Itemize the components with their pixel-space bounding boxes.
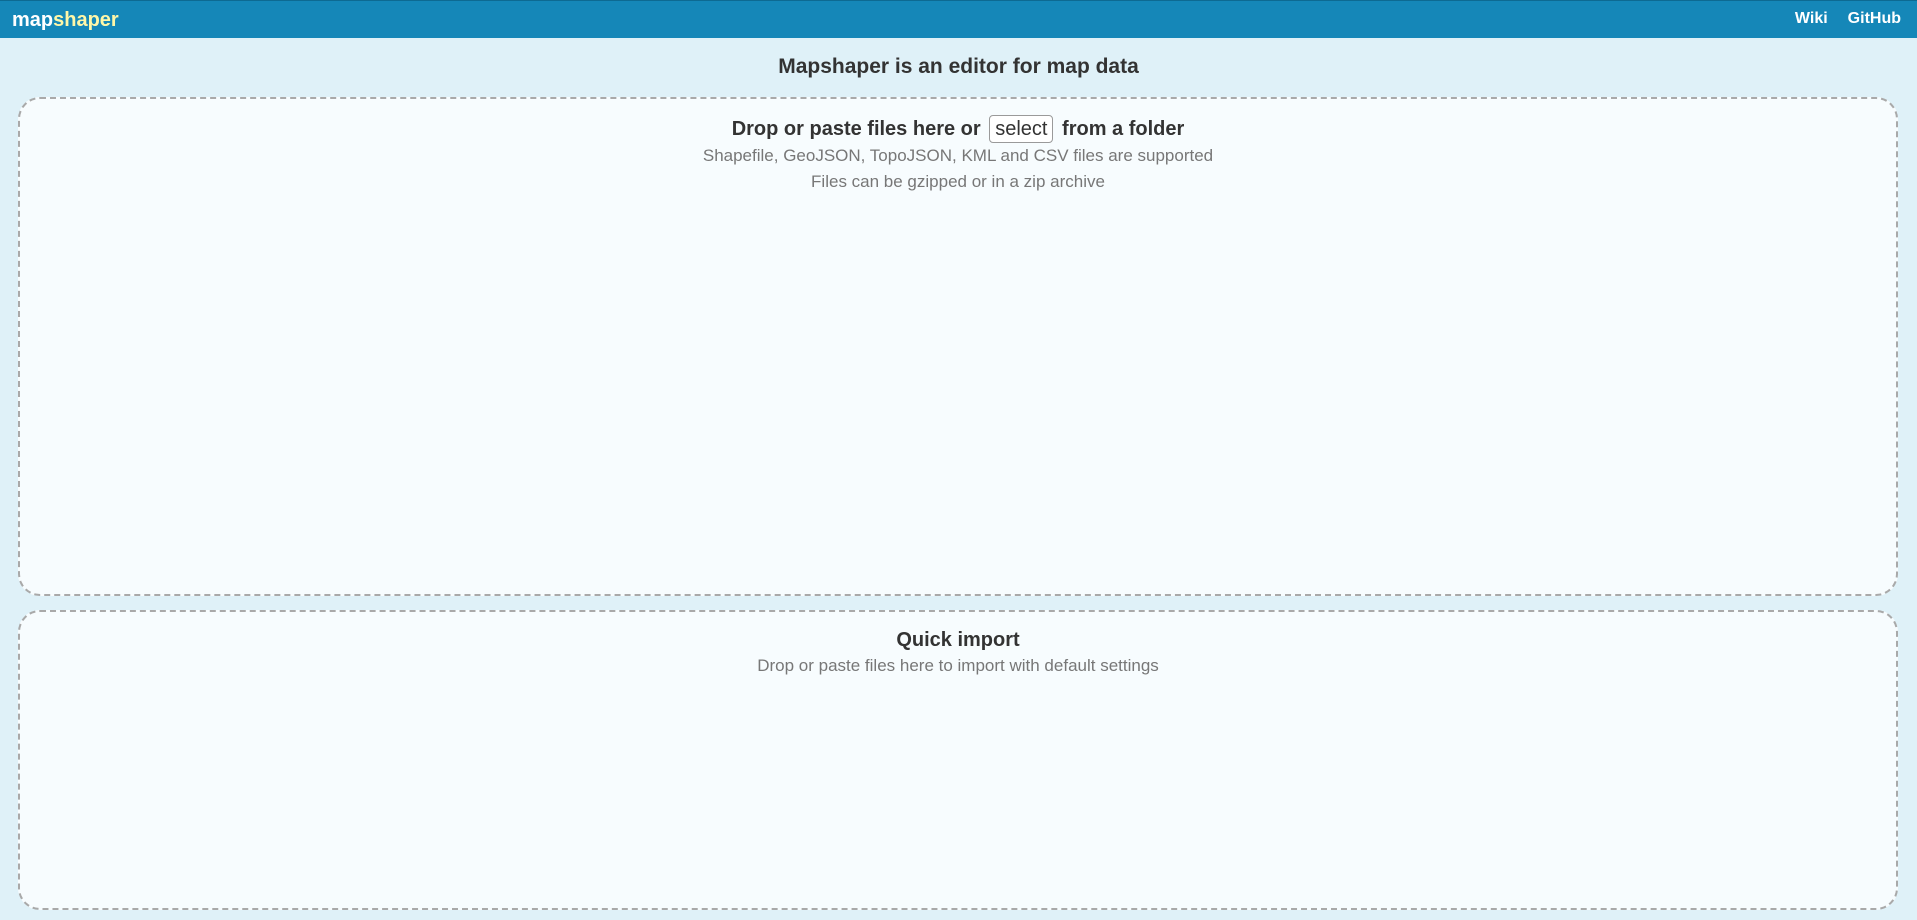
zip-note-text: Files can be gzipped or in a zip archive xyxy=(811,172,1105,191)
drop-heading-text: Drop or paste files here or xyxy=(731,118,981,140)
logo-text-shaper: shaper xyxy=(53,9,119,31)
logo-text-map: map xyxy=(12,9,54,31)
github-link[interactable]: GitHub xyxy=(1848,10,1901,28)
file-drop-area[interactable]: Drop or paste files here or select from … xyxy=(18,97,1898,596)
quick-import-drop-area[interactable]: Quick import Drop or paste files here to… xyxy=(18,610,1898,910)
top-bar: mapshaper Wiki GitHub xyxy=(0,0,1917,38)
drop-heading-text-end: from a folder xyxy=(1062,118,1185,140)
header-nav: Wiki GitHub xyxy=(1795,10,1901,28)
mapshaper-logo[interactable]: mapshaper xyxy=(12,9,119,32)
supported-formats-text: Shapefile, GeoJSON, TopoJSON, KML and CS… xyxy=(702,146,1214,165)
quick-import-heading: Quick import xyxy=(896,629,1020,651)
wiki-link[interactable]: Wiki xyxy=(1795,10,1828,28)
quick-import-text: Drop or paste files here to import with … xyxy=(757,656,1159,675)
page-title: Mapshaper is an editor for map data xyxy=(778,55,1139,78)
select-files-button[interactable]: select xyxy=(989,115,1054,143)
drop-heading: Drop or paste files here or select from … xyxy=(20,115,1896,143)
